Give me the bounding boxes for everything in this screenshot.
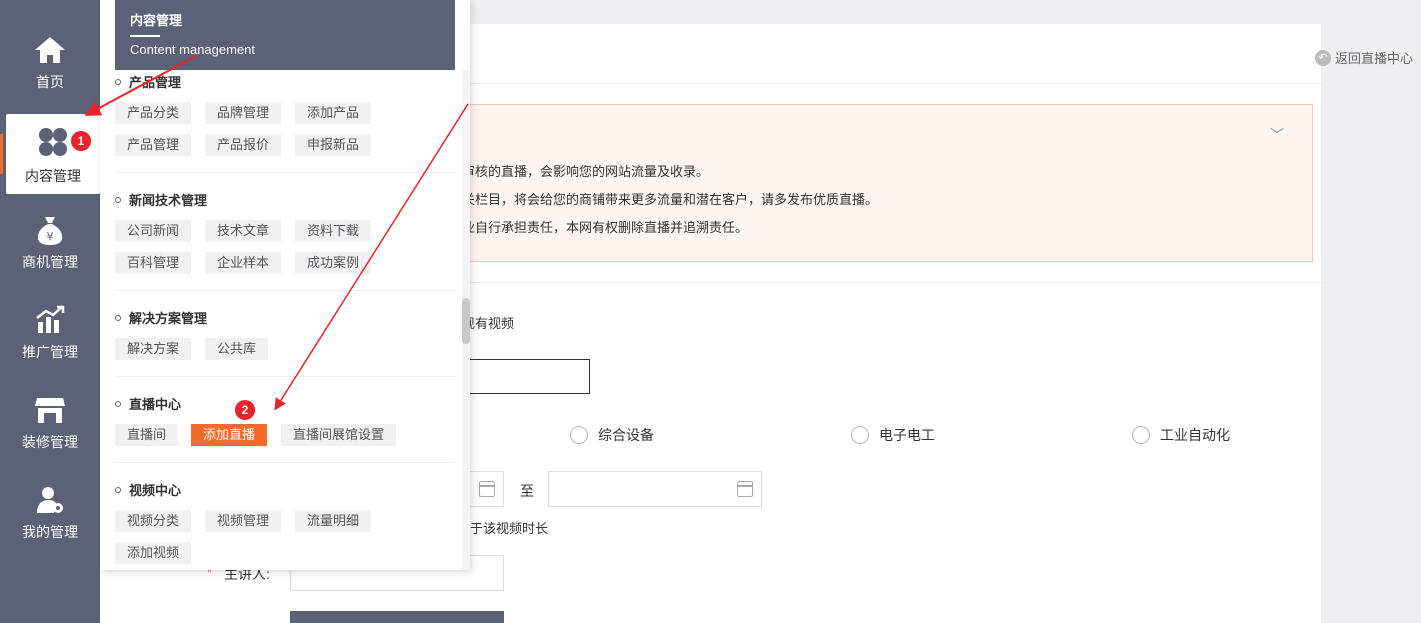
sidebar-item-label: 商机管理 (22, 254, 78, 270)
menu-item-video-category[interactable]: 视频分类 (115, 510, 192, 532)
menu-item-company-samples[interactable]: 企业样本 (205, 252, 282, 274)
menu-item-success-cases[interactable]: 成功案例 (295, 252, 372, 274)
end-date-input[interactable] (548, 471, 762, 507)
duration-hint: 于该视频时长 (470, 521, 549, 536)
submit-button-partial[interactable] (290, 611, 504, 623)
sidebar-item-content[interactable]: 内容管理 (0, 114, 100, 194)
sidebar-item-label: 内容管理 (25, 168, 81, 184)
menu-section-title: 新闻技术管理 (115, 190, 207, 209)
calendar-icon[interactable] (479, 481, 495, 497)
home-icon (35, 37, 65, 63)
chart-icon (36, 305, 65, 333)
radio-label: 工业自动化 (1160, 427, 1230, 443)
section-label: 直播中心 (129, 397, 182, 412)
menu-item-brand-management[interactable]: 品牌管理 (205, 102, 282, 124)
menu-item-traffic-details[interactable]: 流量明细 (295, 510, 372, 532)
sidebar-item-decoration[interactable]: 装修管理 (0, 394, 100, 474)
menu-item-public-library[interactable]: 公共库 (205, 338, 269, 360)
menu-scrollbar[interactable] (462, 70, 470, 570)
radio-circle[interactable] (570, 426, 588, 444)
menu-header: 内容管理 Content management (115, 0, 455, 70)
sidebar: 首页 内容管理 ¥ 商机管理 推广管理 装修管理 我的管理 (0, 0, 100, 623)
menu-item-solutions[interactable]: 解决方案 (115, 338, 192, 360)
radio-label: 综合设备 (598, 427, 654, 443)
user-gear-icon (37, 487, 63, 513)
menu-separator (115, 290, 455, 291)
menu-item-add-live[interactable]: 添加直播 (191, 424, 268, 446)
grid-icon (39, 128, 67, 156)
sidebar-item-label: 我的管理 (22, 524, 78, 540)
bullet-icon (115, 78, 121, 85)
menu-title-cn: 内容管理 (130, 13, 183, 28)
sidebar-item-label: 推广管理 (22, 344, 78, 360)
menu-section-title: 产品管理 (115, 72, 181, 91)
sidebar-item-business[interactable]: ¥ 商机管理 (0, 214, 100, 294)
menu-section-title: 视频中心 (115, 480, 181, 499)
menu-item-add-product[interactable]: 添加产品 (295, 102, 372, 124)
menu-title-en: Content management (130, 42, 256, 57)
step-badge-2: 2 (235, 400, 255, 420)
menu-section-title: 解决方案管理 (115, 308, 207, 327)
menu-item-tech-articles[interactable]: 技术文章 (205, 220, 282, 242)
scrollbar-thumb[interactable] (462, 298, 470, 344)
radio-circle[interactable] (1132, 426, 1150, 444)
menu-section-title: 直播中心 (115, 394, 181, 413)
menu-separator (115, 462, 455, 463)
menu-item-video-management[interactable]: 视频管理 (205, 510, 282, 532)
menu-item-declare-new-product[interactable]: 申报新品 (295, 134, 372, 156)
menu-separator (115, 376, 455, 377)
menu-item-product-quote[interactable]: 产品报价 (205, 134, 282, 156)
menu-item-product-category[interactable]: 产品分类 (115, 102, 192, 124)
sidebar-item-promotion[interactable]: 推广管理 (0, 304, 100, 384)
sidebar-item-label: 装修管理 (22, 434, 78, 450)
menu-item-live-hall-settings[interactable]: 直播间展馆设置 (281, 424, 397, 446)
back-arrow-icon: ↶ (1314, 49, 1331, 66)
back-link-label: 返回直播中心 (1334, 51, 1413, 66)
menu-item-company-news[interactable]: 公司新闻 (115, 220, 192, 242)
bullet-icon (115, 486, 121, 493)
radio-electronics[interactable]: 电子电工 (851, 425, 935, 445)
radio-industrial-automation[interactable]: 工业自动化 (1132, 425, 1230, 445)
back-to-live-center-link[interactable]: ↶ 返回直播中心 (1314, 48, 1413, 67)
sidebar-item-home[interactable]: 首页 (0, 34, 100, 114)
calendar-icon[interactable] (737, 481, 753, 497)
bullet-icon (115, 314, 121, 321)
step-badge-1: 1 (71, 131, 91, 151)
menu-item-encyclopedia[interactable]: 百科管理 (115, 252, 192, 274)
section-label: 新闻技术管理 (129, 193, 208, 208)
notice-box: ﹀ 随意删除已通过审核的直播，会影响您的网站流量及收录。 送至行业网站相关栏目，… (360, 104, 1313, 262)
money-bag-icon: ¥ (37, 217, 63, 245)
menu-item-product-management[interactable]: 产品管理 (115, 134, 192, 156)
radio-label: 电子电工 (879, 427, 935, 443)
radio-integrated-equipment[interactable]: 综合设备 (570, 425, 654, 445)
sidebar-item-mine[interactable]: 我的管理 (0, 484, 100, 564)
svg-text:¥: ¥ (47, 230, 54, 243)
store-icon (35, 398, 65, 423)
sidebar-item-label: 首页 (36, 74, 64, 90)
section-label: 解决方案管理 (129, 311, 208, 326)
section-label: 产品管理 (129, 75, 182, 90)
menu-item-add-video[interactable]: 添加视频 (115, 542, 192, 564)
date-separator: 至 (520, 483, 534, 499)
bullet-icon (115, 400, 121, 407)
radio-circle[interactable] (851, 426, 869, 444)
menu-item-live-room[interactable]: 直播间 (115, 424, 179, 446)
chevron-down-icon[interactable]: ﹀ (1270, 125, 1284, 145)
menu-separator (115, 172, 455, 173)
menu-title-underline (130, 35, 160, 37)
menu-item-downloads[interactable]: 资料下载 (295, 220, 372, 242)
bullet-icon (115, 196, 121, 203)
section-label: 视频中心 (129, 483, 182, 498)
